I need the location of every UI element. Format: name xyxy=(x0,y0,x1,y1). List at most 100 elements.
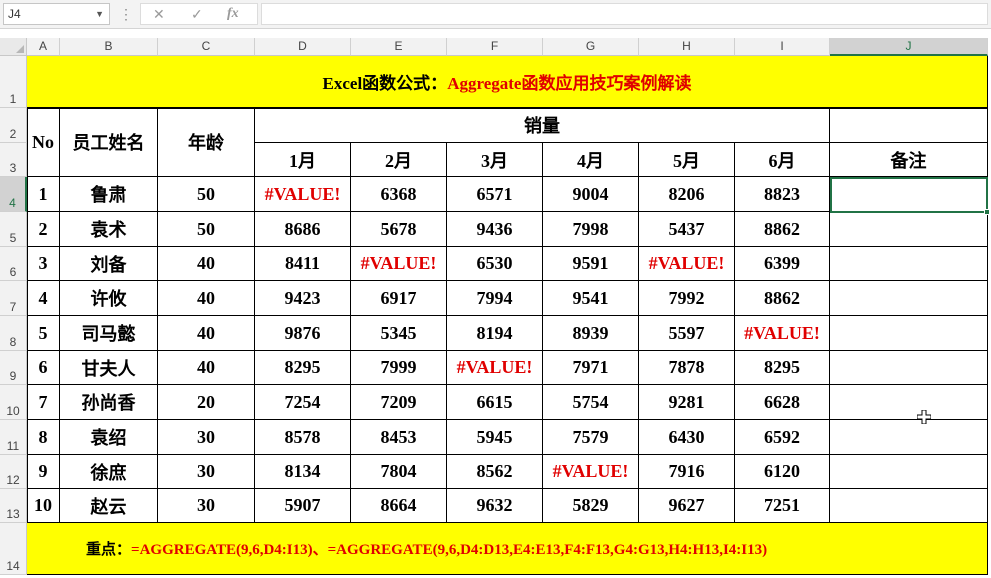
cell-sales[interactable]: 7251 xyxy=(735,489,830,523)
row-header-7[interactable]: 7 xyxy=(0,281,27,316)
cell-sales[interactable]: #VALUE! xyxy=(255,177,351,212)
cell-sales[interactable]: 6628 xyxy=(735,385,830,420)
cell-sales[interactable]: 8562 xyxy=(447,455,543,489)
row-header-3[interactable]: 3 xyxy=(0,143,27,177)
cell-remark[interactable] xyxy=(830,385,988,420)
header-sales[interactable]: 销量 xyxy=(255,108,830,143)
row-header-5[interactable]: 5 xyxy=(0,212,27,247)
cell-sales[interactable]: 8664 xyxy=(351,489,447,523)
column-header-i[interactable]: I xyxy=(735,38,830,56)
cell-sales[interactable]: 9876 xyxy=(255,316,351,351)
cell-sales[interactable]: 7994 xyxy=(447,281,543,316)
header-month-4[interactable]: 4月 xyxy=(543,143,639,177)
cell-sales[interactable]: 7254 xyxy=(255,385,351,420)
cell-sales[interactable]: 6399 xyxy=(735,247,830,281)
cell-name[interactable]: 孙尚香 xyxy=(60,385,158,420)
cell-name[interactable]: 甘夫人 xyxy=(60,351,158,385)
cell-no[interactable]: 1 xyxy=(27,177,60,212)
cell-age[interactable]: 50 xyxy=(158,177,255,212)
chevron-down-icon[interactable]: ▼ xyxy=(95,4,104,24)
row-header-8[interactable]: 8 xyxy=(0,316,27,351)
row-header-11[interactable]: 11 xyxy=(0,420,27,455)
cell-sales[interactable]: 8453 xyxy=(351,420,447,455)
cell-sales[interactable]: 8206 xyxy=(639,177,735,212)
cell-sales[interactable]: 5437 xyxy=(639,212,735,247)
cell-age[interactable]: 50 xyxy=(158,212,255,247)
cell-remark[interactable] xyxy=(830,455,988,489)
cell-sales[interactable]: 8939 xyxy=(543,316,639,351)
row-header-9[interactable]: 9 xyxy=(0,351,27,385)
column-header-f[interactable]: F xyxy=(447,38,543,56)
cell-sales[interactable]: 9281 xyxy=(639,385,735,420)
row-header-4[interactable]: 4 xyxy=(0,177,27,212)
cell-remark[interactable] xyxy=(830,351,988,385)
cell-no[interactable]: 10 xyxy=(27,489,60,523)
cell-remark[interactable] xyxy=(830,177,988,212)
cell-sales[interactable]: 7209 xyxy=(351,385,447,420)
cell-remark[interactable] xyxy=(830,316,988,351)
cell-sales[interactable]: 9627 xyxy=(639,489,735,523)
cell-sales[interactable]: 7804 xyxy=(351,455,447,489)
cell-sales[interactable]: 8134 xyxy=(255,455,351,489)
cell-sales[interactable]: 8411 xyxy=(255,247,351,281)
cell-name[interactable]: 许攸 xyxy=(60,281,158,316)
column-header-g[interactable]: G xyxy=(543,38,639,56)
header-month-6[interactable]: 6月 xyxy=(735,143,830,177)
sheet-title[interactable]: Excel函数公式： Aggregate函数应用技巧案例解读 xyxy=(27,56,988,108)
cell-sales[interactable]: 7999 xyxy=(351,351,447,385)
cell-name[interactable]: 赵云 xyxy=(60,489,158,523)
column-header-d[interactable]: D xyxy=(255,38,351,56)
cell-no[interactable]: 7 xyxy=(27,385,60,420)
cell-name[interactable]: 刘备 xyxy=(60,247,158,281)
header-age[interactable]: 年龄 xyxy=(158,108,255,177)
select-all-corner[interactable] xyxy=(0,38,27,56)
cell-age[interactable]: 40 xyxy=(158,247,255,281)
cell-no[interactable]: 3 xyxy=(27,247,60,281)
cell-age[interactable]: 40 xyxy=(158,281,255,316)
cell-sales[interactable]: 8194 xyxy=(447,316,543,351)
cell-name[interactable]: 袁术 xyxy=(60,212,158,247)
cell-age[interactable]: 30 xyxy=(158,489,255,523)
name-box[interactable]: J4 ▼ xyxy=(3,3,110,25)
cell-name[interactable]: 袁绍 xyxy=(60,420,158,455)
cell-sales[interactable]: 9591 xyxy=(543,247,639,281)
cell-sales[interactable]: 6530 xyxy=(447,247,543,281)
cell-no[interactable]: 2 xyxy=(27,212,60,247)
header-no[interactable]: No xyxy=(27,108,60,177)
header-month-2[interactable]: 2月 xyxy=(351,143,447,177)
cell-sales[interactable]: 5345 xyxy=(351,316,447,351)
column-header-j[interactable]: J xyxy=(830,38,988,56)
row-header-10[interactable]: 10 xyxy=(0,385,27,420)
cell-sales[interactable]: 7998 xyxy=(543,212,639,247)
cell-name[interactable]: 徐庶 xyxy=(60,455,158,489)
cell-no[interactable]: 9 xyxy=(27,455,60,489)
insert-function-icon[interactable]: fx xyxy=(227,4,239,24)
more-options-icon[interactable]: ⋮ xyxy=(119,5,133,23)
row-header-13[interactable]: 13 xyxy=(0,489,27,523)
cell-age[interactable]: 40 xyxy=(158,351,255,385)
formula-input[interactable] xyxy=(261,3,988,25)
row-header-14[interactable]: 14 xyxy=(0,523,27,575)
cell-sales[interactable]: #VALUE! xyxy=(447,351,543,385)
cell-sales[interactable]: 6120 xyxy=(735,455,830,489)
cell-age[interactable]: 30 xyxy=(158,420,255,455)
cell-remark[interactable] xyxy=(830,281,988,316)
cell-age[interactable]: 20 xyxy=(158,385,255,420)
cell-age[interactable]: 30 xyxy=(158,455,255,489)
cell-remark[interactable] xyxy=(830,420,988,455)
cell-sales[interactable]: 9423 xyxy=(255,281,351,316)
cell-no[interactable]: 6 xyxy=(27,351,60,385)
cell-no[interactable]: 4 xyxy=(27,281,60,316)
column-header-h[interactable]: H xyxy=(639,38,735,56)
header-remark[interactable]: 备注 xyxy=(830,143,988,177)
cell-sales[interactable]: 9436 xyxy=(447,212,543,247)
cell-sales[interactable]: 6917 xyxy=(351,281,447,316)
cell-sales[interactable]: 8862 xyxy=(735,281,830,316)
cell-sales[interactable]: 6615 xyxy=(447,385,543,420)
cell-name[interactable]: 司马懿 xyxy=(60,316,158,351)
cell-sales[interactable]: 9632 xyxy=(447,489,543,523)
cell-remark[interactable] xyxy=(830,247,988,281)
row-header-2[interactable]: 2 xyxy=(0,108,27,143)
row-header-6[interactable]: 6 xyxy=(0,247,27,281)
cell-remark[interactable] xyxy=(830,212,988,247)
